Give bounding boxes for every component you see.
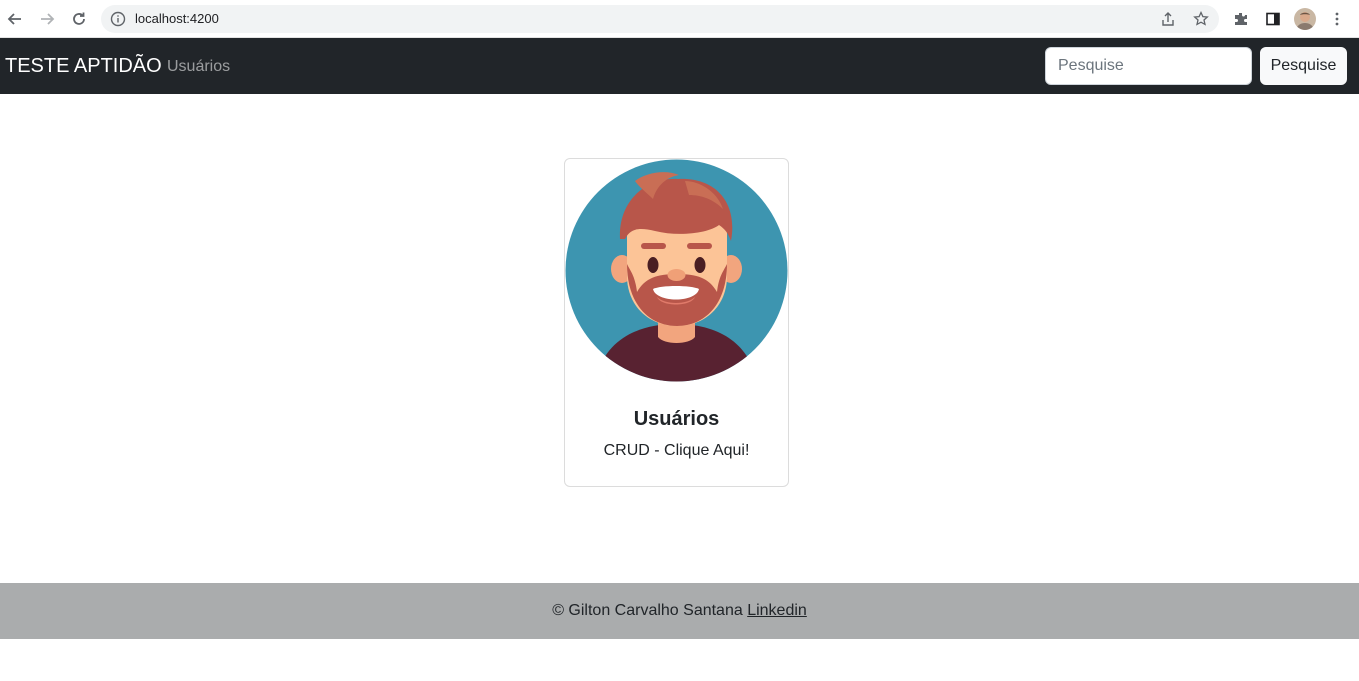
address-bar[interactable]: localhost:4200: [101, 5, 1219, 33]
footer-copyright: © Gilton Carvalho Santana: [552, 602, 743, 619]
navbar-brand[interactable]: TESTE APTIDÃO: [5, 55, 162, 78]
back-icon[interactable]: [3, 7, 27, 31]
forward-icon[interactable]: [35, 7, 59, 31]
side-panel-icon[interactable]: [1263, 9, 1283, 29]
users-card[interactable]: Usuários CRUD - Clique Aqui!: [564, 158, 789, 487]
bearded-man-avatar-icon: [565, 159, 788, 382]
share-icon[interactable]: [1159, 10, 1177, 28]
more-menu-icon[interactable]: [1327, 9, 1347, 29]
extensions-icon[interactable]: [1231, 9, 1251, 29]
app-navbar: TESTE APTIDÃO Usuários Pesquise: [0, 38, 1359, 94]
linkedin-link[interactable]: Linkedin: [747, 602, 807, 619]
card-text: CRUD - Clique Aqui!: [603, 442, 750, 459]
profile-avatar[interactable]: [1294, 8, 1316, 30]
bookmark-star-icon[interactable]: [1192, 10, 1210, 28]
search-button[interactable]: Pesquise: [1260, 47, 1347, 85]
footer-text: © Gilton Carvalho Santana Linkedin: [0, 602, 1359, 620]
footer: © Gilton Carvalho Santana Linkedin: [0, 583, 1359, 639]
site-info-icon[interactable]: [110, 11, 126, 27]
nav-link-usuarios[interactable]: Usuários: [167, 58, 230, 76]
reload-icon[interactable]: [67, 7, 91, 31]
url-text: localhost:4200: [135, 11, 219, 26]
browser-toolbar: localhost:4200: [0, 0, 1359, 38]
search-input[interactable]: [1045, 47, 1252, 85]
card-title: Usuários: [633, 408, 720, 430]
